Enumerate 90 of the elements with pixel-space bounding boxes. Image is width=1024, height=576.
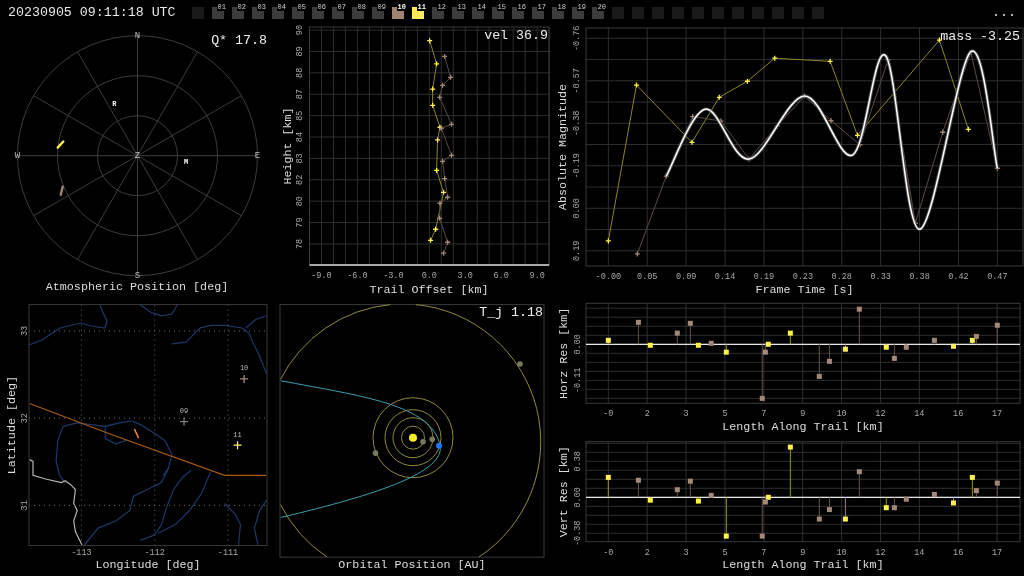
compass-label: N: [134, 30, 141, 41]
tick-label: 83: [295, 153, 305, 164]
tick-label: 78: [295, 238, 305, 250]
axis-title: Length Along Trail [km]: [722, 420, 884, 434]
tick-label: 87: [295, 89, 305, 100]
tick-label: 6.0: [493, 271, 509, 281]
tick-label: 84: [295, 131, 305, 143]
tick-label: -0.11: [573, 367, 583, 394]
tick-label: 0.33: [870, 272, 891, 282]
tj-readout: T_j 1.18: [479, 304, 543, 320]
tick-label: 2: [644, 409, 650, 420]
tick-label: 14: [914, 409, 925, 420]
tick-label: 9: [800, 547, 806, 558]
tick-label: -0.38: [572, 110, 582, 137]
tick-label: 16: [953, 547, 964, 558]
tick-label: 10: [836, 547, 847, 558]
tick-label: 0.19: [572, 240, 582, 261]
compass-label: E: [254, 150, 261, 161]
tick-label: 16: [953, 409, 964, 420]
tick-label: 5: [722, 409, 728, 420]
mass-readout: mass -3.25: [940, 28, 1020, 44]
tick-label: 7: [761, 409, 767, 420]
tick-label: -112: [144, 547, 165, 558]
tick-label: 85: [295, 110, 305, 121]
tick-label: -0.19: [572, 153, 582, 179]
tick-label: 9.0: [529, 271, 545, 281]
tick-label: 10: [836, 409, 847, 420]
axis-title: Absolute Magnitude: [556, 83, 570, 211]
tick-label: 7: [761, 547, 767, 558]
zenith-label: Z: [134, 150, 141, 161]
tick-label: 0.00: [572, 198, 582, 219]
tick-label: 12: [875, 409, 886, 420]
tick-label: 2: [644, 547, 650, 558]
axis-title: Length Along Trail [km]: [722, 558, 884, 572]
tick-label: -6.0: [347, 271, 368, 281]
tick-label: 3.0: [457, 271, 473, 281]
tick-label: 9: [800, 409, 806, 420]
tick-label: 3: [683, 547, 689, 558]
tick-label: -0.57: [572, 68, 582, 94]
tick-label: 0.14: [714, 272, 736, 282]
tick-label: 32: [19, 413, 30, 424]
tick-label: -0.76: [572, 25, 582, 52]
tick-label: 0.28: [831, 272, 852, 282]
tick-label: 33: [19, 325, 30, 337]
compass-label: S: [134, 270, 141, 280]
tick-label: -0: [603, 409, 614, 420]
axis-title: Frame Time [s]: [755, 283, 854, 297]
tick-label: 80: [295, 196, 305, 207]
axis-title: Longitude [deg]: [95, 558, 201, 572]
compass-label: W: [14, 150, 21, 161]
axis-title: Vert Res [km]: [557, 446, 571, 538]
tick-label: 0.00: [573, 334, 583, 355]
tick-label: 0.23: [792, 272, 814, 282]
tick-label: -0: [603, 547, 614, 558]
tick-label: -0.38: [573, 520, 583, 547]
tick-label: 0.09: [675, 272, 697, 282]
tick-label: -3.0: [383, 271, 404, 281]
tick-label: 0.38: [573, 451, 583, 472]
axis-title: Latitude [deg]: [5, 376, 20, 475]
axis-title: Height [km]: [281, 107, 295, 185]
tick-label: 0.38: [909, 272, 930, 282]
tick-label: -113: [71, 547, 92, 558]
tick-label: 17: [992, 409, 1003, 420]
timestamp-text: 20230905 09:11:18 UTC: [8, 4, 177, 21]
tick-label: 3: [683, 409, 689, 420]
tick-label: 12: [875, 547, 886, 558]
axis-title: Horz Res [km]: [557, 307, 571, 399]
tick-label: 5: [722, 547, 728, 558]
tick-label: 0.05: [637, 272, 658, 282]
tick-label: -9.0: [311, 271, 332, 281]
tick-label: 0.47: [987, 272, 1008, 282]
tick-label: 0.00: [573, 487, 583, 508]
tick-label: 0.19: [753, 272, 775, 282]
tick-label: 17: [992, 547, 1003, 558]
tick-label: 31: [19, 500, 30, 511]
tick-label: 0.42: [948, 272, 969, 282]
tick-label: 14: [914, 547, 925, 558]
axis-title: Atmospheric Position [deg]: [45, 280, 229, 294]
tick-label: 90: [295, 25, 305, 36]
tick-label: 88: [295, 67, 305, 78]
tick-label: -111: [217, 547, 239, 558]
axis-title: Orbital Position [AU]: [338, 558, 486, 572]
tick-label: 82: [295, 174, 305, 185]
velocity-readout: vel 36.9: [484, 28, 548, 43]
axis-title: Trail Offset [km]: [369, 283, 489, 297]
tick-label: -0.00: [595, 272, 622, 282]
tick-label: 79: [295, 217, 305, 228]
tick-label: 0.0: [421, 271, 437, 281]
tick-label: 89: [295, 46, 305, 57]
q-readout: Q* 17.8: [211, 32, 267, 48]
